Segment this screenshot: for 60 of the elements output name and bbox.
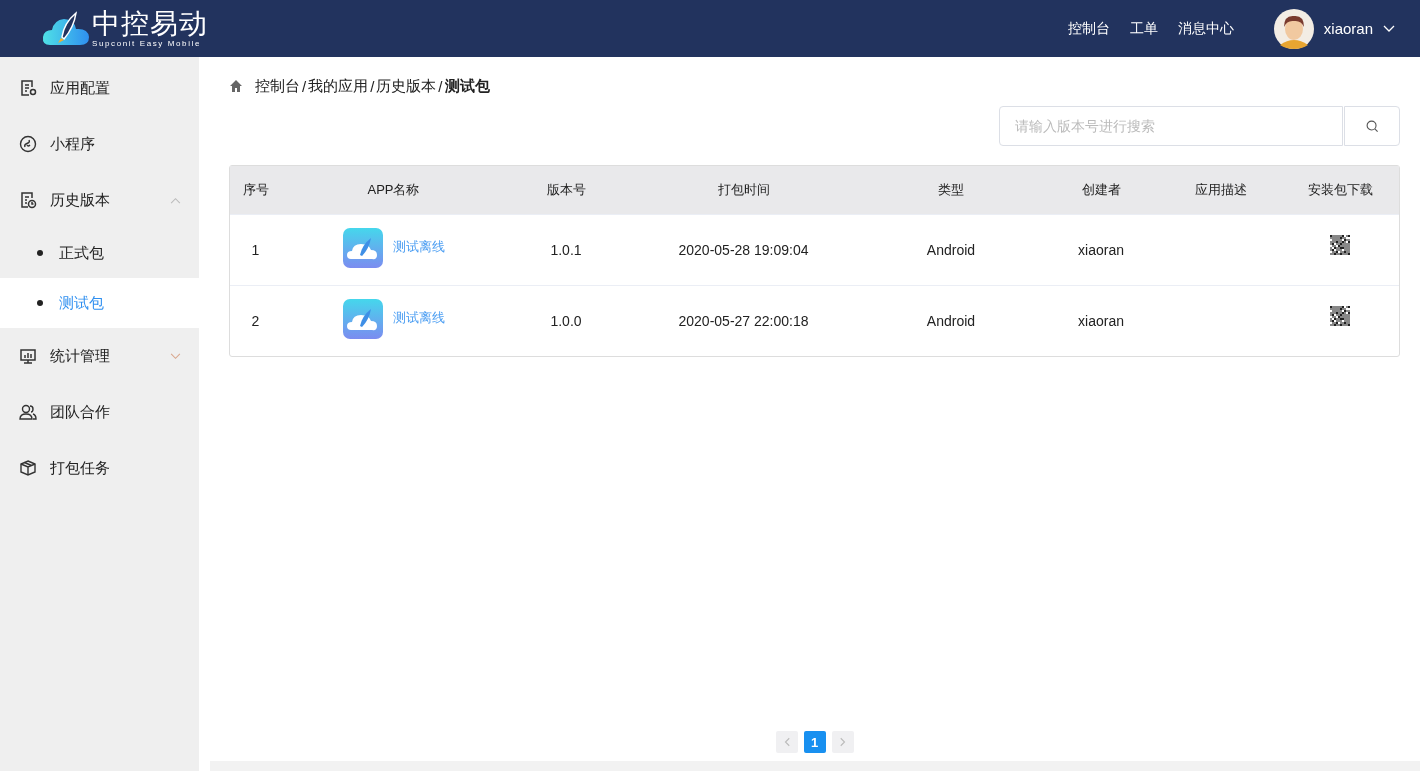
breadcrumb-link[interactable]: 测试包 — [444, 76, 490, 96]
chevron-down-icon — [170, 352, 181, 360]
home-icon[interactable] — [229, 79, 243, 93]
table-cell: 1.0.1 — [550, 242, 582, 258]
column-header: 序号 — [241, 181, 270, 199]
search-field[interactable]: 请输入版本号进行搜索 — [999, 106, 1343, 146]
app-icon — [342, 299, 383, 339]
logo-title: 中控易动 — [92, 9, 208, 38]
breadcrumb-link[interactable]: 我的应用 — [308, 76, 369, 96]
nav-link[interactable]: 消息中心 — [1177, 19, 1234, 38]
sidebar-item[interactable]: 小程序 — [0, 116, 199, 172]
breadcrumb-separator: / — [302, 77, 307, 95]
avatar[interactable] — [1273, 8, 1314, 49]
column-header: 安装包下载 — [1306, 181, 1374, 199]
sidebar-item[interactable]: 打包任务 — [0, 440, 199, 496]
column-header: 版本号 — [545, 181, 587, 199]
bullet-icon — [37, 250, 43, 256]
sidebar-item[interactable]: 应用配置 — [0, 60, 199, 116]
column-header: 应用描述 — [1194, 181, 1248, 199]
breadcrumb-link[interactable]: 控制台 — [255, 76, 300, 96]
app-icon — [342, 228, 383, 268]
table-cell: 2020-05-27 22:00:18 — [678, 313, 809, 329]
breadcrumb-link[interactable]: 历史版本 — [376, 76, 437, 96]
breadcrumb-separator: / — [370, 77, 375, 95]
table-cell: xiaoran — [1078, 313, 1124, 329]
sidebar-subitem[interactable]: 正式包 — [0, 228, 199, 278]
nav-link[interactable]: 控制台 — [1067, 19, 1110, 38]
column-header: 创建者 — [1080, 181, 1122, 199]
table-cell: xiaoran — [1078, 242, 1124, 258]
table-cell: 2 — [251, 313, 260, 329]
qr-code-icon[interactable] — [1330, 306, 1350, 326]
bullet-icon — [37, 300, 43, 306]
people-icon — [19, 403, 37, 421]
column-header: 类型 — [937, 181, 965, 199]
chevron-left-icon — [783, 737, 790, 747]
monitor-chart-icon — [19, 347, 37, 365]
sidebar-item[interactable]: 团队合作 — [0, 384, 199, 440]
user-name[interactable]: xiaoran — [1323, 20, 1373, 37]
sidebar-item[interactable]: 历史版本 — [0, 172, 199, 228]
table-cell: 1 — [251, 242, 260, 258]
column-header: 打包时间 — [716, 181, 771, 199]
logo-subtitle: Supconit Easy Mobile — [92, 39, 202, 48]
logo-icon — [42, 10, 90, 47]
chevron-down-icon[interactable] — [1383, 24, 1395, 33]
chevron-up-icon — [170, 196, 181, 204]
chevron-right-icon — [839, 737, 846, 747]
table-cell: Android — [926, 242, 976, 258]
search-icon — [1365, 119, 1379, 133]
document-gear-icon — [19, 79, 37, 97]
table-cell: 2020-05-28 19:09:04 — [678, 242, 809, 258]
document-clock-icon — [19, 191, 37, 209]
column-header: APP名称 — [366, 181, 421, 199]
qr-code-icon[interactable] — [1330, 235, 1350, 255]
sidebar-item[interactable]: 统计管理 — [0, 328, 199, 384]
box-icon — [19, 459, 37, 477]
table-cell: Android — [926, 313, 976, 329]
breadcrumb-separator: / — [438, 77, 443, 95]
nav-link[interactable]: 工单 — [1129, 19, 1158, 38]
link-circle-icon — [19, 135, 37, 153]
table-cell: 1.0.0 — [550, 313, 582, 329]
